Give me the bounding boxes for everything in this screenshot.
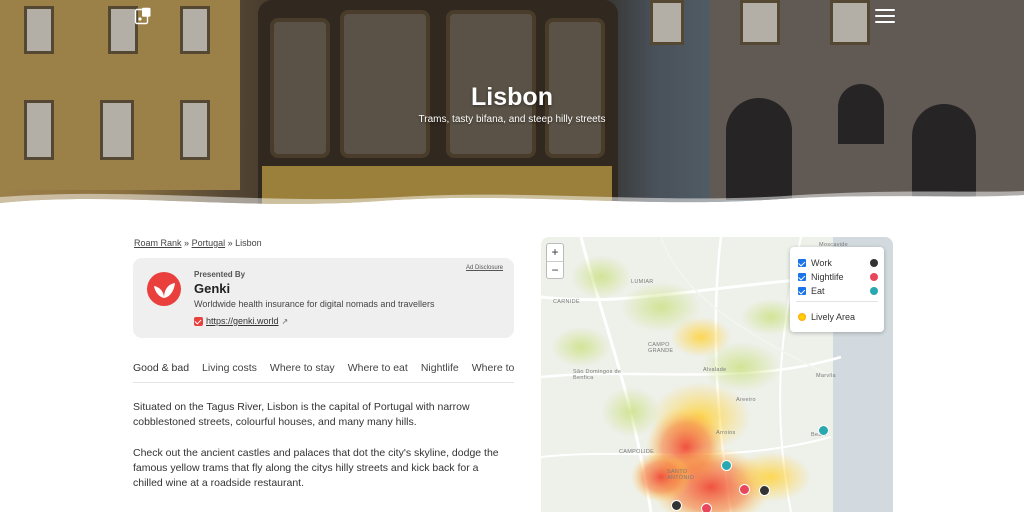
legend-dot-nightlife [870, 273, 878, 281]
leaf-icon [154, 283, 175, 298]
map-zoom-control: + − [546, 243, 564, 279]
legend-item-lively-area: Lively Area [798, 312, 878, 322]
section-tabs: Good & bad Living costs Where to stay Where… [133, 358, 514, 383]
tab-nightlife[interactable]: Nightlife [421, 358, 459, 382]
sponsor-description: Worldwide health insurance for digital n… [194, 299, 435, 309]
breadcrumb-link-roam-rank[interactable]: Roam Rank [134, 238, 182, 248]
map-label: SANTO ANTÓNIO [667, 469, 695, 481]
hamburger-menu-icon[interactable] [875, 9, 895, 25]
checkbox-icon[interactable] [798, 273, 806, 281]
legend-label-work: Work [811, 258, 832, 268]
site-logo-icon[interactable] [134, 7, 152, 25]
breadcrumb-separator: » [227, 238, 233, 248]
sponsor-name: Genki [194, 281, 231, 296]
map-marker-work[interactable] [759, 485, 770, 496]
tab-good-and-bad[interactable]: Good & bad [133, 358, 189, 382]
map-marker-work[interactable] [671, 500, 682, 511]
legend-dot-work [870, 259, 878, 267]
breadcrumb: Roam Rank » Portugal » Lisbon [134, 238, 262, 248]
map-marker-nightlife[interactable] [739, 484, 750, 495]
tab-living-costs[interactable]: Living costs [202, 358, 257, 382]
lively-area-icon [798, 313, 806, 321]
legend-divider [796, 301, 878, 302]
hero-banner: Lisbon Trams, tasty bifana, and steep hi… [0, 0, 1024, 215]
legend-label-nightlife: Nightlife [811, 272, 844, 282]
page-subtitle: Trams, tasty bifana, and steep hilly str… [418, 114, 606, 125]
sponsor-logo [147, 272, 181, 306]
intro-paragraph: Situated on the Tagus River, Lisbon is t… [133, 401, 470, 428]
map-marker-eat[interactable] [721, 460, 732, 471]
map-marker-eat[interactable] [818, 425, 829, 436]
hero-wave [0, 191, 1024, 215]
city-map[interactable]: Moscavide LUMIAR CARNIDE CAMPO GRANDE Sã… [541, 237, 893, 512]
legend-item-nightlife[interactable]: Nightlife [798, 272, 878, 282]
legend-item-work[interactable]: Work [798, 258, 878, 268]
map-label: Marvila [816, 373, 836, 379]
map-label: CAMPOLIDE [619, 449, 655, 455]
map-legend: Work Nightlife Eat Lively Area [790, 247, 884, 332]
sponsor-link[interactable]: https://genki.world ↗ [194, 316, 288, 326]
legend-label-lively: Lively Area [811, 312, 856, 322]
breadcrumb-separator: » [184, 238, 190, 248]
highlights-paragraph: Check out the ancient castles and palace… [133, 447, 499, 489]
zoom-out-button[interactable]: − [547, 261, 563, 278]
legend-item-eat[interactable]: Eat [798, 286, 878, 296]
map-marker-nightlife[interactable] [701, 503, 712, 512]
page-title: Lisbon [471, 83, 553, 111]
check-icon [194, 316, 203, 326]
map-label: Areeiro [736, 397, 756, 403]
sponsor-presented-by: Presented By [194, 270, 246, 279]
tab-where-to-stay[interactable]: Where to stay [270, 358, 335, 382]
map-label: Arroios [716, 430, 736, 436]
map-label: LUMIAR [631, 279, 654, 285]
sponsor-link-text[interactable]: https://genki.world [206, 316, 279, 326]
breadcrumb-link-portugal[interactable]: Portugal [192, 238, 226, 248]
map-label: CARNIDE [553, 299, 580, 305]
map-label: CAMPO GRANDE [648, 342, 674, 354]
sponsor-card: Presented By Genki Worldwide health insu… [133, 258, 514, 338]
legend-dot-eat [870, 287, 878, 295]
map-label: Alvalade [703, 367, 727, 373]
external-link-icon: ↗ [281, 316, 289, 326]
legend-label-eat: Eat [811, 286, 825, 296]
zoom-in-button[interactable]: + [547, 244, 563, 261]
checkbox-icon[interactable] [798, 259, 806, 267]
breadcrumb-current: Lisbon [235, 238, 262, 248]
map-label: São Domingos de Benfica [573, 369, 622, 381]
tab-where-to-work[interactable]: Where to work [472, 358, 514, 382]
tab-where-to-eat[interactable]: Where to eat [348, 358, 408, 382]
checkbox-icon[interactable] [798, 287, 806, 295]
ad-disclosure-link[interactable]: Ad Disclosure [466, 265, 503, 271]
